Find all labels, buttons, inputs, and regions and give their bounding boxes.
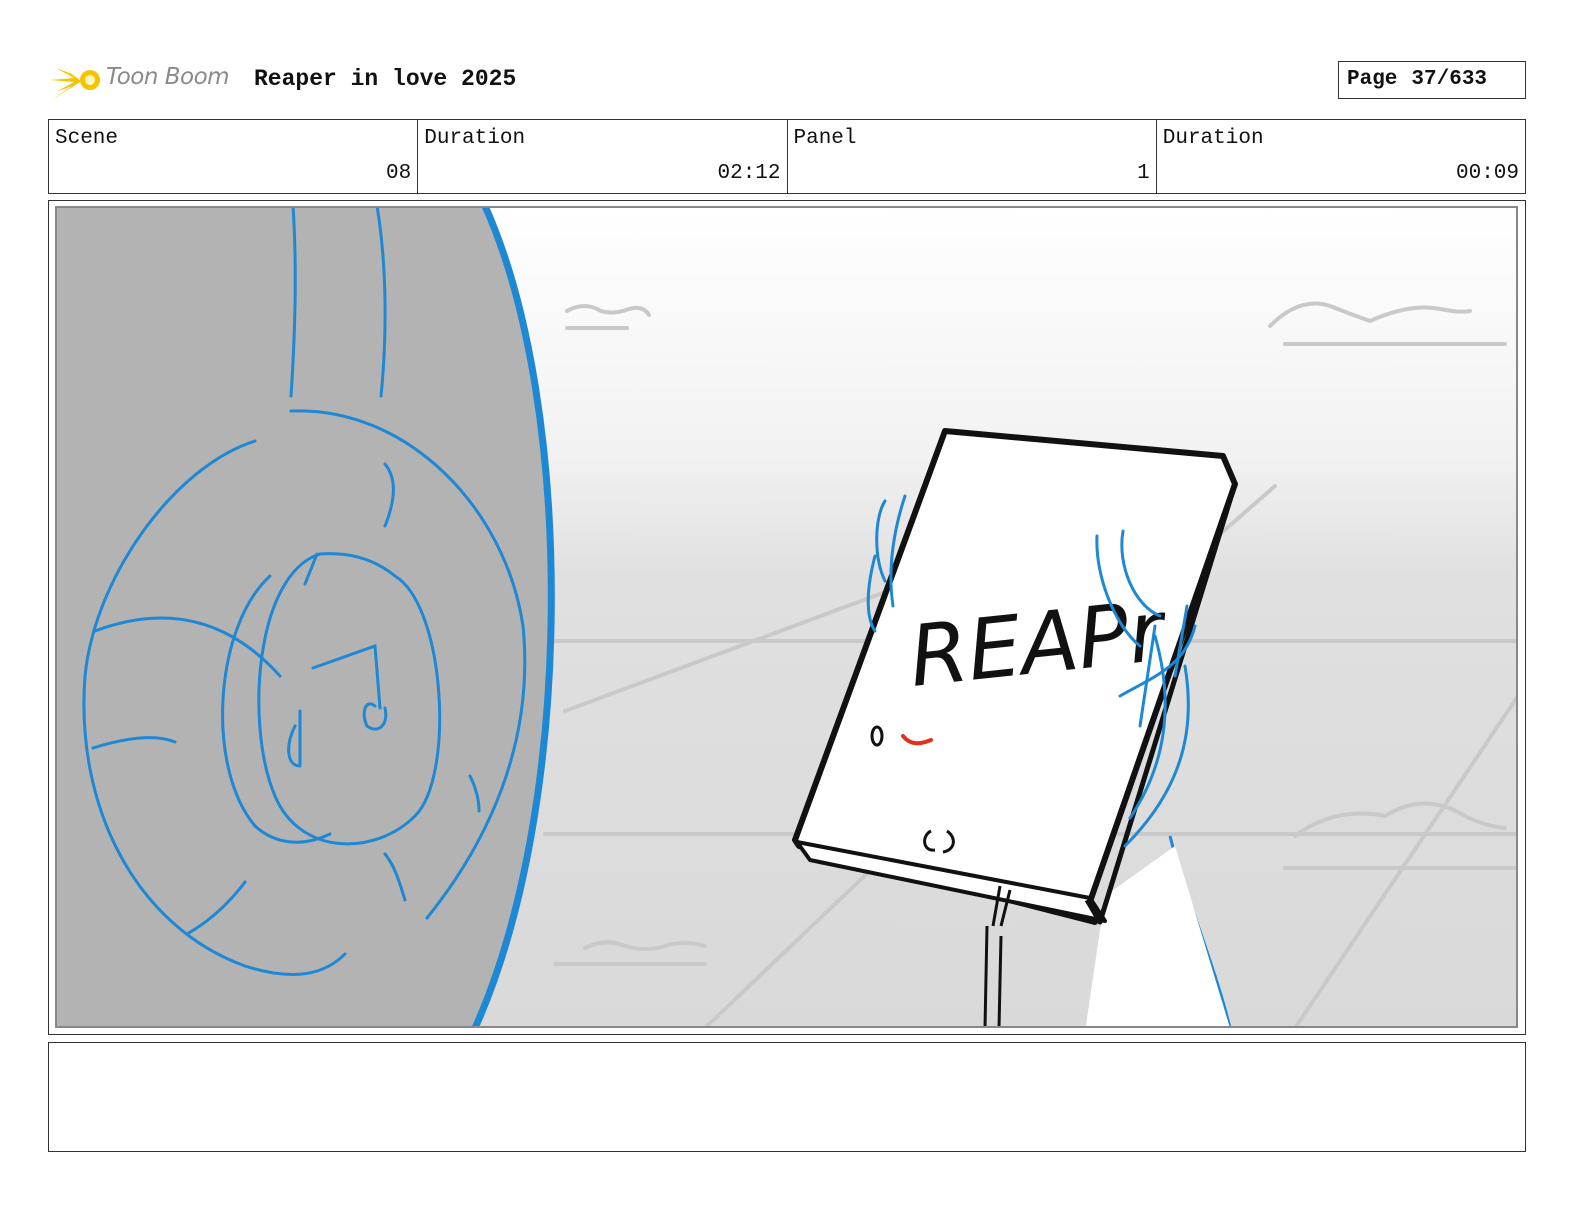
panel-notes-box[interactable] (48, 1042, 1526, 1152)
panel-duration-cell: Duration 00:09 (1157, 120, 1525, 193)
scene-duration-label: Duration (424, 127, 526, 150)
page-label: Page (1347, 68, 1398, 91)
panel-info-row: Scene 08 Duration 02:12 Panel 1 Duration… (48, 119, 1526, 194)
panel-duration-label: Duration (1162, 127, 1264, 150)
panel-cell: Panel 1 (788, 120, 1157, 193)
scene-duration-value: 02:12 (717, 162, 781, 185)
page-indicator: Page 37/633 (1338, 61, 1526, 99)
scene-value: 08 (386, 162, 412, 185)
panel-drawing: REAPr (55, 206, 1518, 1028)
panel-duration-value: 00:09 (1455, 162, 1519, 185)
starburst-icon (50, 60, 100, 100)
toon-boom-logo: Toon Boom (50, 54, 240, 106)
panel-label: Panel (793, 127, 857, 150)
headphone-side-shape (55, 206, 552, 1028)
scene-duration-cell: Duration 02:12 (418, 120, 788, 193)
storyboard-panel: REAPr (48, 200, 1526, 1035)
project-title: Reaper in love 2025 (254, 66, 517, 92)
scene-cell: Scene 08 (49, 120, 419, 193)
brand-text: Toon Boom (106, 64, 230, 90)
panel-value: 1 (1137, 162, 1150, 185)
page-number: 37/633 (1411, 68, 1488, 91)
scene-label: Scene (55, 127, 119, 150)
